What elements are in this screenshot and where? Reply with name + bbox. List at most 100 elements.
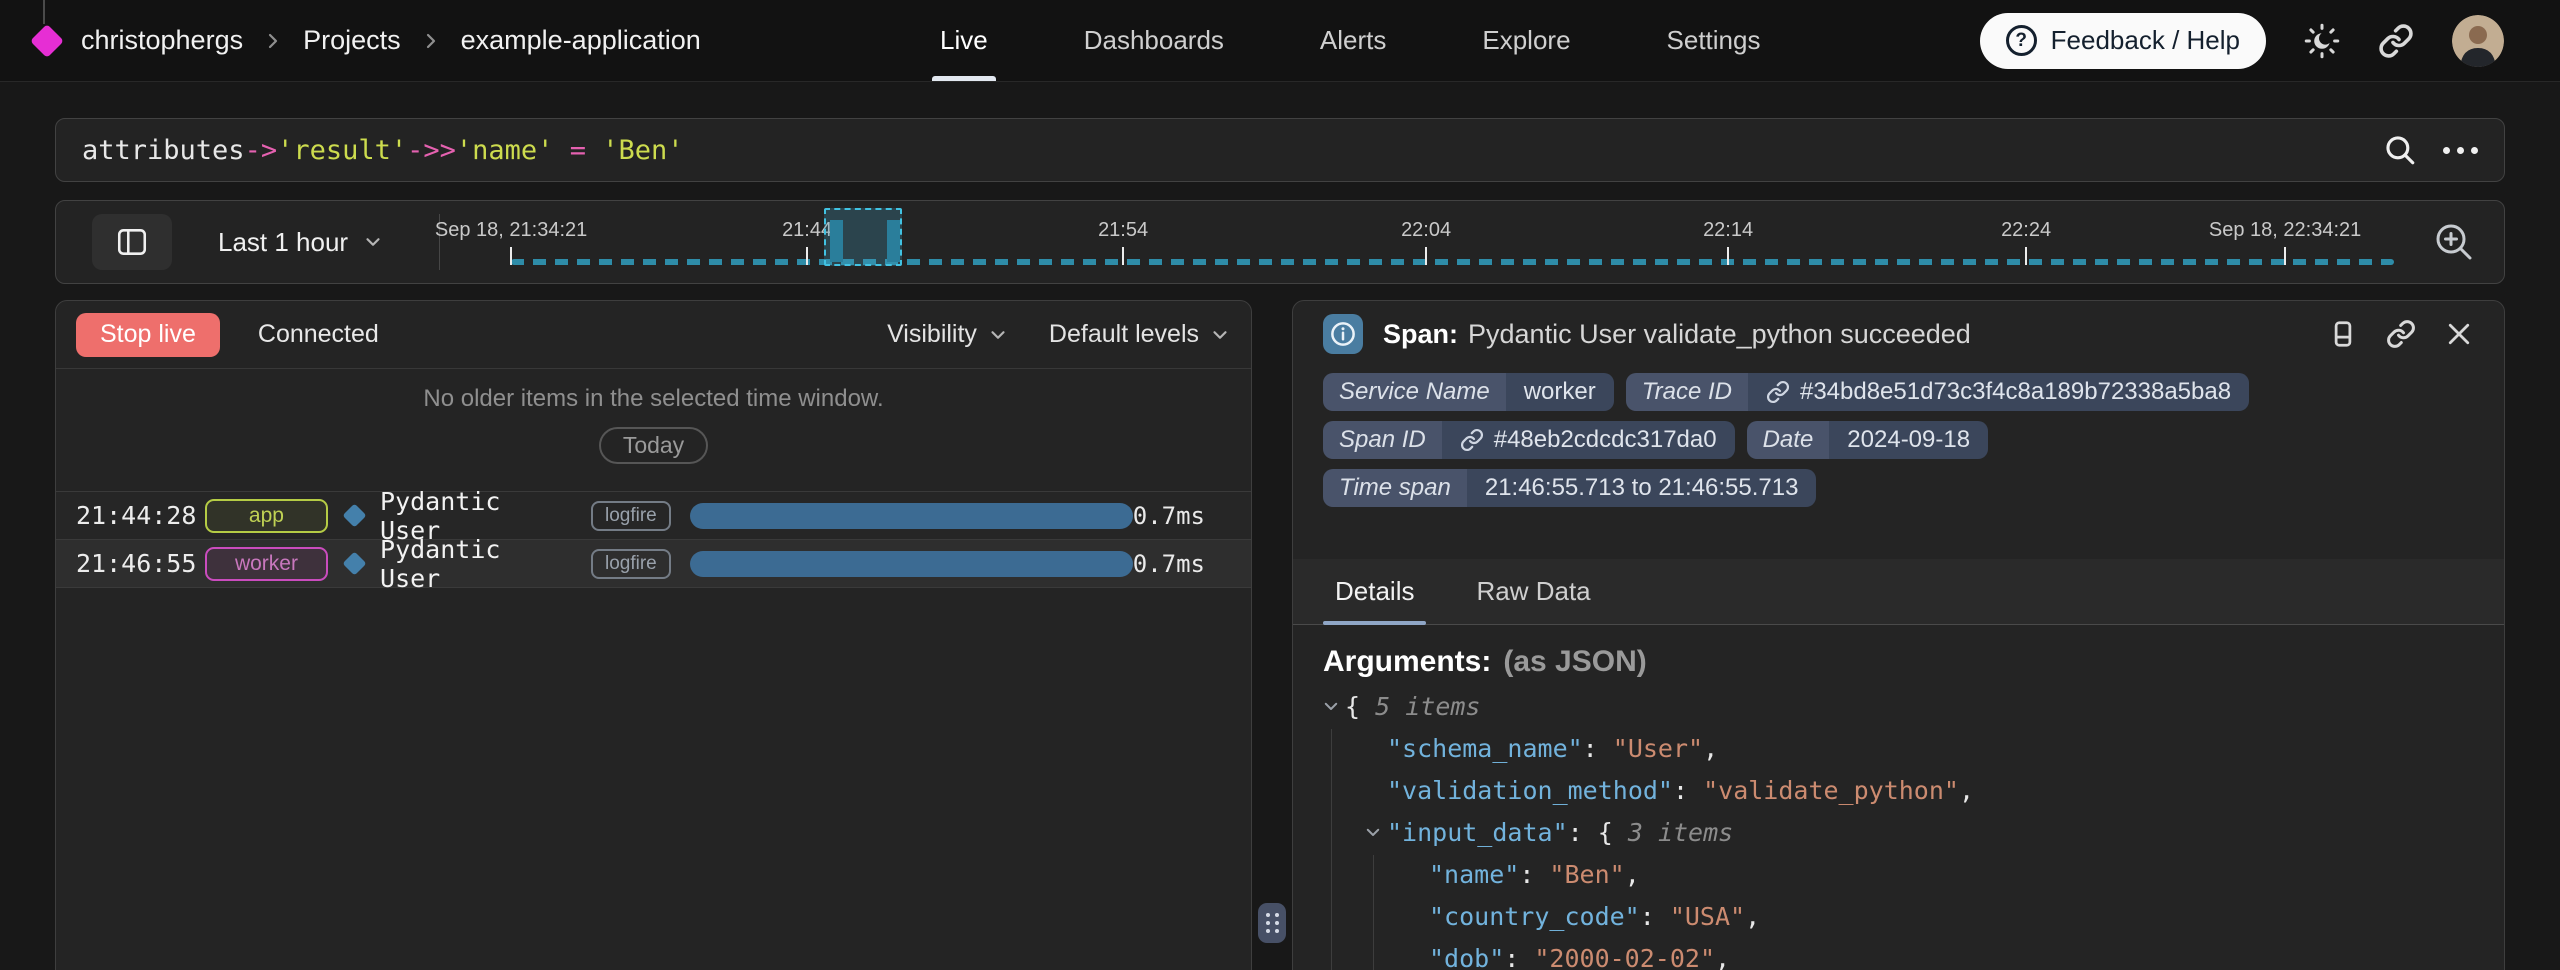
span-badge-time-span: Time span21:46:55.713 to 21:46:55.713 bbox=[1323, 469, 1816, 507]
json-token: , bbox=[1715, 944, 1730, 970]
log-rows: 21:44:28appPydantic Userlogfire0.7ms21:4… bbox=[56, 491, 1251, 588]
json-line: "dob": "2000-02-02", bbox=[1323, 937, 2474, 970]
span-badge-span-id[interactable]: Span ID#48eb2cdcdc317da0 bbox=[1323, 421, 1735, 459]
user-avatar[interactable] bbox=[2452, 15, 2504, 67]
log-row[interactable]: 21:44:28appPydantic Userlogfire0.7ms bbox=[56, 492, 1251, 540]
question-icon: ? bbox=[2006, 25, 2037, 56]
json-token: "schema_name" bbox=[1387, 734, 1583, 763]
span-metadata-badges: Service Nameworker Trace ID#34bd8e51d73c3… bbox=[1293, 367, 2504, 507]
timeline-histogram-bar bbox=[887, 220, 900, 262]
grip-dots-icon bbox=[1266, 913, 1279, 933]
query-token: ->> bbox=[407, 135, 456, 166]
timeline-selection-brush[interactable] bbox=[824, 208, 902, 266]
tab-dashboards[interactable]: Dashboards bbox=[1084, 0, 1224, 81]
badge-label: Time span bbox=[1323, 469, 1467, 507]
query-input[interactable]: attributes->'result'->>'name' = 'Ben' bbox=[82, 135, 2383, 166]
span-diamond-icon bbox=[342, 551, 366, 575]
row-title: Pydantic User bbox=[380, 535, 568, 593]
timeline-tick-label: 21:54 bbox=[1098, 219, 1148, 242]
close-icon bbox=[2444, 319, 2474, 349]
json-token: { bbox=[1345, 692, 1375, 721]
breadcrumb-item-projects[interactable]: Projects bbox=[303, 25, 401, 56]
query-bar[interactable]: attributes->'result'->>'name' = 'Ben' bbox=[55, 118, 2505, 182]
theme-toggle-button[interactable] bbox=[2304, 23, 2340, 59]
breadcrumb-item-example-application[interactable]: example-application bbox=[461, 25, 701, 56]
visibility-dropdown[interactable]: Visibility bbox=[887, 320, 1009, 349]
span-badge-trace-id[interactable]: Trace ID#34bd8e51d73c3f4c8a189b72338a5ba… bbox=[1626, 373, 2249, 411]
log-row[interactable]: 21:46:55workerPydantic Userlogfire0.7ms bbox=[56, 540, 1251, 588]
feedback-label: Feedback / Help bbox=[2051, 25, 2240, 56]
query-token: 'result' bbox=[277, 135, 407, 166]
badge-value: worker bbox=[1506, 373, 1614, 411]
dock-panel-button[interactable] bbox=[2328, 319, 2358, 349]
badge-label: Service Name bbox=[1323, 373, 1506, 411]
sidebar-toggle-button[interactable] bbox=[92, 214, 172, 270]
sun-moon-icon bbox=[2304, 23, 2340, 59]
default-levels-dropdown[interactable]: Default levels bbox=[1049, 320, 1231, 349]
json-token: 3 items bbox=[1628, 818, 1733, 847]
duration-label: 0.7ms bbox=[1133, 502, 1205, 530]
timeline-tick-mark bbox=[2284, 247, 2286, 265]
timeline-tick-mark bbox=[1727, 247, 1729, 265]
scope-badge: logfire bbox=[591, 501, 671, 531]
json-token: "User" bbox=[1613, 734, 1703, 763]
nav-tabs: Live Dashboards Alerts Explore Settings bbox=[940, 0, 1760, 81]
json-line: "validation_method": "validate_python", bbox=[1323, 769, 2474, 811]
breadcrumb: christophergs Projects example-application bbox=[81, 25, 701, 56]
close-panel-button[interactable] bbox=[2444, 319, 2474, 349]
json-token: , bbox=[1745, 902, 1760, 931]
tab-raw-data[interactable]: Raw Data bbox=[1476, 559, 1590, 624]
timeline-tick-mark bbox=[2025, 247, 2027, 265]
search-icon[interactable] bbox=[2383, 133, 2417, 167]
json-token: : bbox=[1519, 860, 1549, 889]
json-token: : bbox=[1583, 734, 1613, 763]
json-token: : bbox=[1640, 902, 1670, 931]
copy-link-button[interactable] bbox=[2386, 319, 2416, 349]
today-button[interactable]: Today bbox=[599, 427, 708, 464]
row-timestamp: 21:46:55 bbox=[76, 549, 201, 578]
json-token: "validation_method" bbox=[1387, 776, 1673, 805]
panel-left-icon bbox=[115, 225, 149, 259]
badge-label: Date bbox=[1747, 421, 1830, 459]
timeline-tick-mark bbox=[510, 247, 512, 265]
json-line: "country_code": "USA", bbox=[1323, 895, 2474, 937]
collapse-caret-icon[interactable] bbox=[1322, 697, 1340, 715]
tab-live[interactable]: Live bbox=[940, 0, 988, 81]
logfire-app: christophergs Projects example-application… bbox=[0, 0, 2560, 970]
duration-bar bbox=[690, 551, 1133, 577]
chevron-down-icon bbox=[987, 324, 1009, 346]
share-link-button[interactable] bbox=[2378, 23, 2414, 59]
stop-live-button[interactable]: Stop live bbox=[76, 313, 220, 357]
arguments-heading: Arguments:(as JSON) bbox=[1323, 645, 2474, 679]
timeline-toolbar: Last 1 hour Sep 18, 21:34:2121:4421:5422… bbox=[55, 200, 2505, 284]
query-token: 'name' bbox=[456, 135, 554, 166]
query-more-menu[interactable] bbox=[2443, 147, 2478, 154]
span-detail-tabs: Details Raw Data bbox=[1293, 559, 2504, 625]
logfire-logo-icon[interactable] bbox=[30, 24, 64, 58]
timeline-zoom-in-button[interactable] bbox=[2430, 218, 2478, 266]
time-range-label: Last 1 hour bbox=[218, 227, 348, 258]
tab-explore[interactable]: Explore bbox=[1482, 0, 1570, 81]
connection-status: Connected bbox=[258, 320, 379, 349]
service-badge: worker bbox=[205, 547, 328, 581]
breadcrumb-org[interactable]: christophergs bbox=[81, 25, 243, 56]
feedback-help-button[interactable]: ? Feedback / Help bbox=[1980, 13, 2266, 69]
tab-details[interactable]: Details bbox=[1335, 559, 1414, 624]
span-title: Span:Pydantic User validate_python succe… bbox=[1383, 319, 1971, 350]
timeline-chart[interactable]: Sep 18, 21:34:2121:4421:5422:0422:1422:2… bbox=[452, 201, 2402, 283]
timeline-histogram-bar bbox=[830, 220, 843, 262]
chevron-down-icon bbox=[362, 231, 384, 253]
json-token: : bbox=[1504, 944, 1534, 970]
query-token: attributes bbox=[82, 135, 245, 166]
panel-resize-handle[interactable] bbox=[1258, 903, 1286, 943]
json-line: "name": "Ben", bbox=[1323, 853, 2474, 895]
timeline-tick-mark bbox=[1122, 247, 1124, 265]
tab-settings[interactable]: Settings bbox=[1667, 0, 1761, 81]
json-line: { 5 items bbox=[1323, 685, 2474, 727]
collapse-caret-icon[interactable] bbox=[1364, 823, 1382, 841]
tab-alerts[interactable]: Alerts bbox=[1320, 0, 1386, 81]
empty-window-message: No older items in the selected time wind… bbox=[56, 385, 1251, 413]
live-list-panel: Stop live Connected Visibility Default l… bbox=[55, 300, 1252, 970]
chevron-down-icon bbox=[1209, 324, 1231, 346]
time-range-select[interactable]: Last 1 hour bbox=[218, 227, 384, 258]
